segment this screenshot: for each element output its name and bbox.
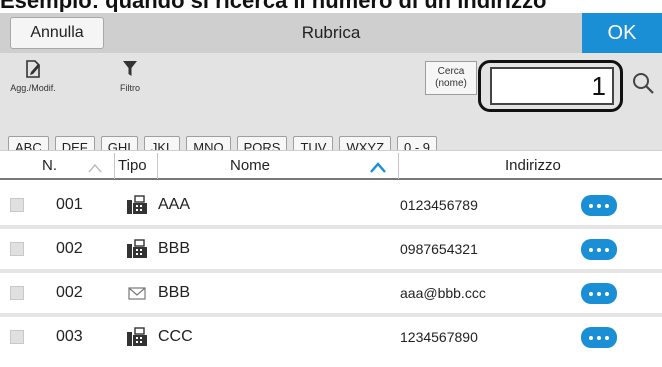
edit-button[interactable]: Agg./Modif. [4, 59, 62, 93]
sort-asc-active-icon[interactable] [370, 160, 386, 178]
column-header-name[interactable]: Nome [230, 151, 270, 179]
search-type-button[interactable]: Cerca (nome) [425, 61, 477, 95]
fax-icon [126, 327, 148, 352]
row-details-button[interactable] [581, 327, 617, 348]
title-bar: Rubrica Annulla OK [0, 13, 662, 53]
table-header: N. Tipo Nome Indirizzo [0, 150, 662, 180]
fax-icon [126, 239, 148, 264]
cancel-button[interactable]: Annulla [10, 17, 104, 49]
column-divider [398, 153, 399, 179]
row-details-button[interactable] [581, 283, 617, 304]
filter-button[interactable]: Filtro [110, 59, 150, 93]
row-name: AAA [158, 196, 191, 213]
table-row[interactable]: 001 AAA 0123456789 [0, 185, 662, 225]
edit-label: Agg./Modif. [10, 83, 56, 93]
column-header-type: Tipo [118, 156, 147, 174]
screen-caption: Esempio: quando si ricerca il numero di … [0, 0, 662, 12]
edit-document-icon [26, 60, 40, 78]
search-type-line2: (nome) [435, 78, 467, 89]
row-address: aaa@bbb.ccc [400, 285, 486, 301]
row-name: CCC [158, 328, 193, 345]
row-details-button[interactable] [581, 239, 617, 260]
row-checkbox[interactable] [10, 286, 24, 300]
row-details-button[interactable] [581, 195, 617, 216]
funnel-icon [123, 61, 137, 76]
table-row[interactable]: 002 BBB aaa@bbb.ccc [0, 273, 662, 313]
row-address: 1234567890 [400, 329, 478, 345]
search-input[interactable]: 1 [490, 67, 614, 105]
column-divider [114, 153, 115, 179]
column-divider [157, 153, 158, 179]
filter-label: Filtro [120, 83, 140, 93]
row-name: BBB [158, 284, 191, 301]
row-address: 0987654321 [400, 241, 478, 257]
magnifier-icon[interactable] [631, 71, 655, 100]
row-number: 001 [56, 196, 83, 213]
ok-button[interactable]: OK [582, 13, 662, 53]
row-checkbox[interactable] [10, 330, 24, 344]
column-header-address: Indirizzo [505, 156, 561, 174]
row-number: 003 [56, 328, 83, 345]
row-address: 0123456789 [400, 197, 478, 213]
fax-icon [126, 195, 148, 220]
table-row[interactable]: 003 CCC 1234567890 [0, 317, 662, 357]
email-icon [126, 283, 148, 308]
search-type-line1: Cerca [437, 66, 465, 77]
address-book-screen: Esempio: quando si ricerca il numero di … [0, 0, 662, 367]
table-row[interactable]: 002 BBB 0987654321 [0, 229, 662, 269]
column-header-number[interactable]: N. [42, 151, 57, 179]
row-checkbox[interactable] [10, 242, 24, 256]
row-name: BBB [158, 240, 191, 257]
row-number: 002 [56, 240, 83, 257]
row-checkbox[interactable] [10, 198, 24, 212]
sort-asc-inactive-icon[interactable] [88, 160, 102, 178]
row-number: 002 [56, 284, 83, 301]
